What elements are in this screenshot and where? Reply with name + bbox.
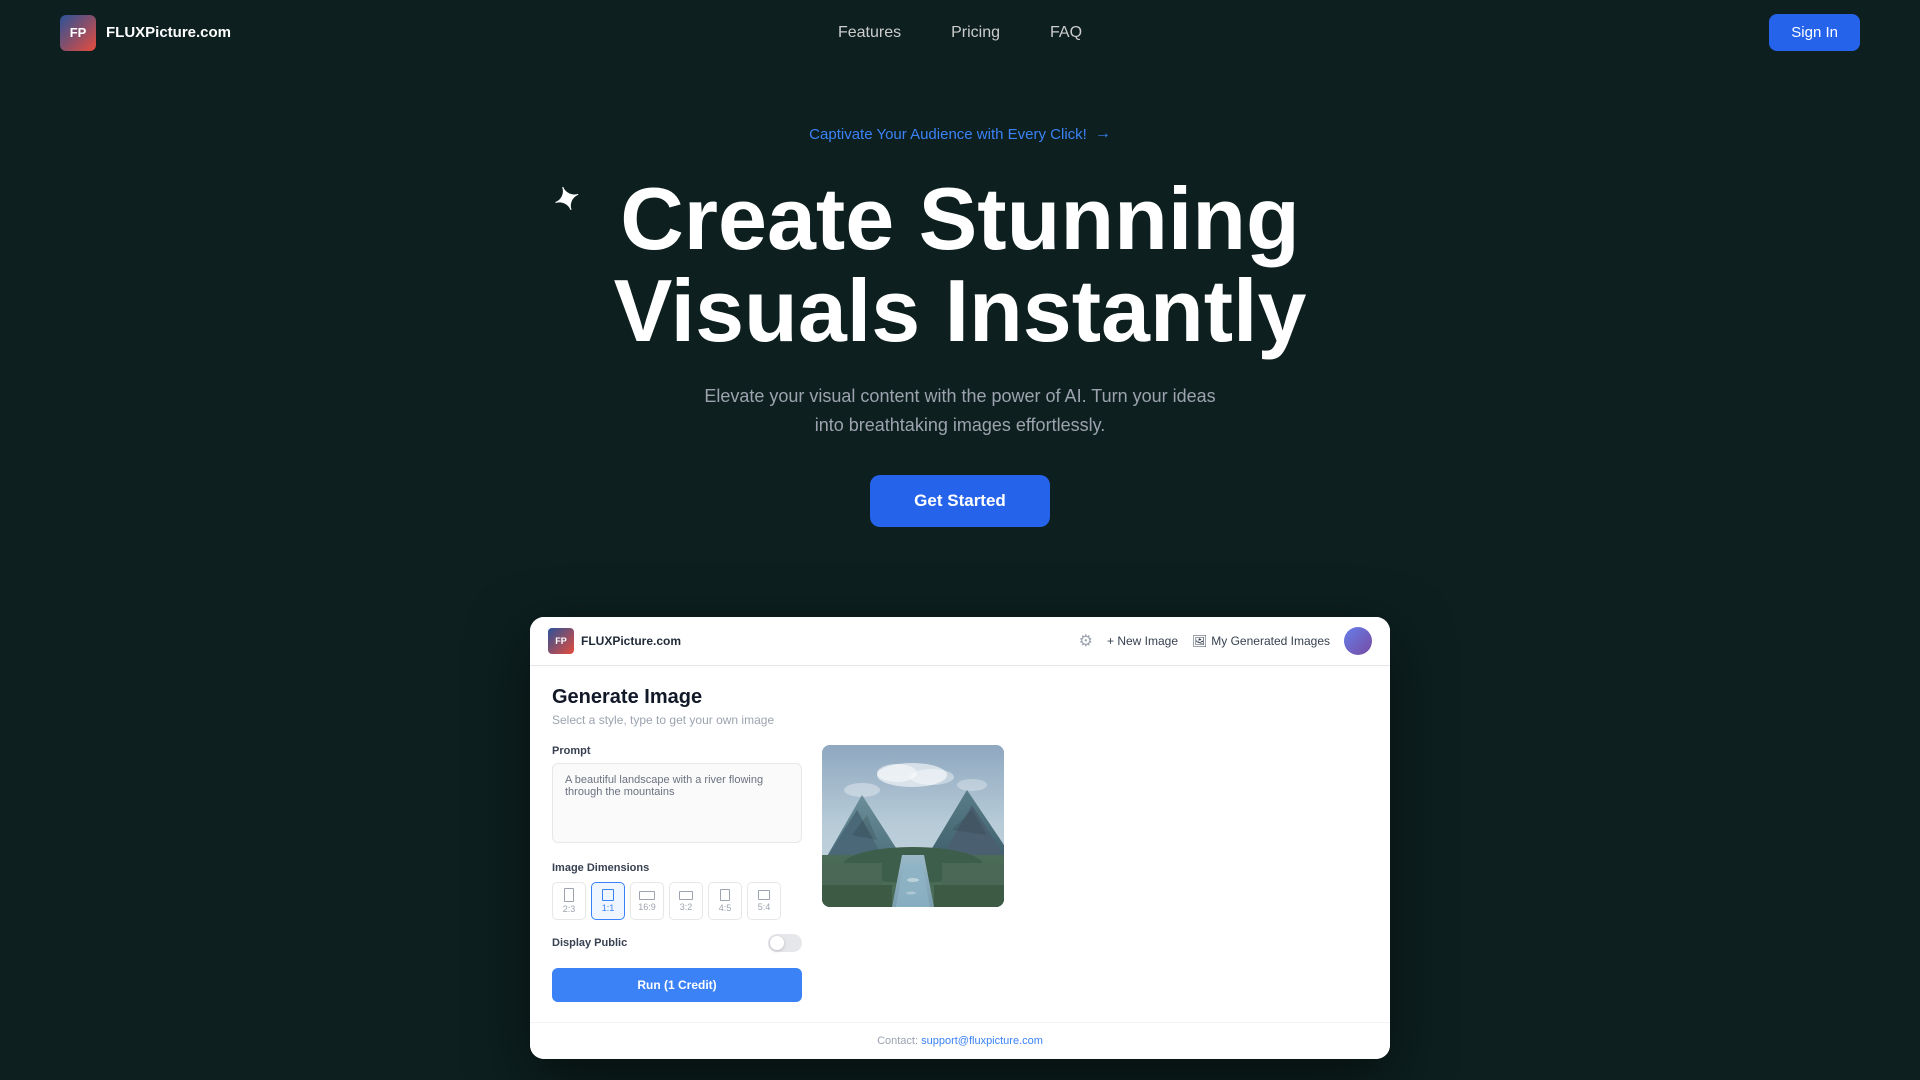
get-started-button[interactable]: Get Started [870,475,1050,527]
dim-btn-4-5[interactable]: 4:5 [708,882,742,920]
generated-image-preview [822,745,1004,907]
app-topbar: FP FLUXPicture.com ⚙ + New Image 🖼 My Ge… [530,617,1390,666]
logo-text: FLUXPicture.com [106,24,231,41]
display-public-toggle[interactable] [768,934,802,952]
my-generated-images-button[interactable]: 🖼 My Generated Images [1192,634,1330,648]
dimensions-label: Image Dimensions [552,862,802,874]
display-public-row: Display Public [552,934,802,952]
contact-label: Contact: [877,1035,918,1047]
new-image-button[interactable]: + New Image [1107,634,1178,648]
images-icon: 🖼 [1192,634,1207,648]
hero-section: Captivate Your Audience with Every Click… [0,65,1920,617]
display-public-label: Display Public [552,937,627,949]
hero-title: ✦ Create Stunning Visuals Instantly [614,173,1307,358]
dim-btn-3-2[interactable]: 3:2 [669,882,703,920]
dim-btn-5-4[interactable]: 5:4 [747,882,781,920]
app-image-area [822,745,1368,1002]
hero-banner[interactable]: Captivate Your Audience with Every Click… [809,125,1111,143]
nav-links: Features Pricing FAQ [838,24,1082,42]
prompt-textarea[interactable] [552,763,802,843]
logo[interactable]: FP FLUXPicture.com [60,15,231,51]
logo-icon: FP [60,15,96,51]
generate-title: Generate Image [552,686,1368,709]
contact-email[interactable]: support@fluxpicture.com [921,1035,1043,1047]
sparkle-icon: ✦ [549,179,586,220]
app-footer: Contact: support@fluxpicture.com [530,1022,1390,1059]
navbar: FP FLUXPicture.com Features Pricing FAQ … [0,0,1920,65]
app-logo-text: FLUXPicture.com [581,634,681,648]
arrow-icon: → [1095,125,1111,143]
app-main-content: Prompt Image Dimensions 2:3 1:1 16:9 [552,745,1368,1022]
nav-features[interactable]: Features [838,24,901,42]
nav-faq[interactable]: FAQ [1050,24,1082,42]
landscape-svg [822,745,1004,907]
app-logo: FP FLUXPicture.com [548,628,681,654]
app-body: Generate Image Select a style, type to g… [530,666,1390,1022]
dim-btn-2-3[interactable]: 2:3 [552,882,586,920]
dim-btn-16-9[interactable]: 16:9 [630,882,664,920]
sign-in-button[interactable]: Sign In [1769,14,1860,51]
nav-pricing[interactable]: Pricing [951,24,1000,42]
app-topbar-actions: ⚙ + New Image 🖼 My Generated Images [1079,627,1372,655]
dimensions-row: 2:3 1:1 16:9 3:2 [552,882,802,920]
hero-subtitle: Elevate your visual content with the pow… [700,382,1220,440]
settings-icon[interactable]: ⚙ [1079,631,1093,651]
run-button[interactable]: Run (1 Credit) [552,968,802,1002]
app-preview-window: FP FLUXPicture.com ⚙ + New Image 🖼 My Ge… [530,617,1390,1059]
prompt-label: Prompt [552,745,802,757]
toggle-knob [770,936,784,950]
app-controls: Prompt Image Dimensions 2:3 1:1 16:9 [552,745,802,1002]
dim-btn-1-1[interactable]: 1:1 [591,882,625,920]
generate-subtitle: Select a style, type to get your own ima… [552,713,1368,727]
avatar[interactable] [1344,627,1372,655]
hero-banner-text: Captivate Your Audience with Every Click… [809,126,1087,143]
app-logo-icon: FP [548,628,574,654]
